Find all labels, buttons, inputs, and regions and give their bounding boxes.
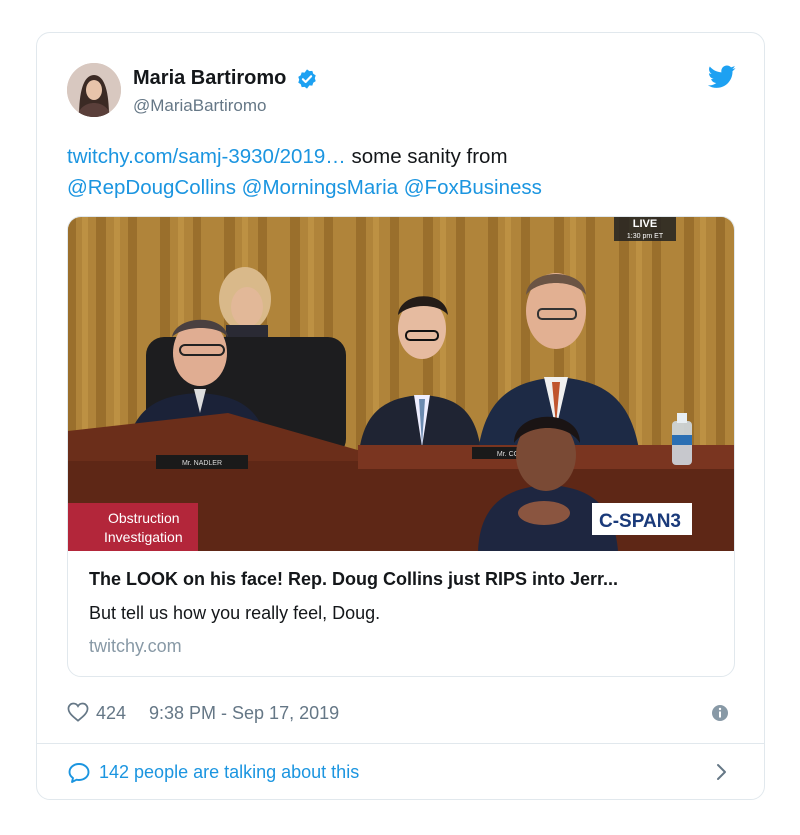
preview-image[interactable]: Mr. NADLER Mr. CO Obstruction Investigat… xyxy=(68,217,734,551)
talking-footer[interactable]: 142 people are talking about this xyxy=(67,744,734,800)
like-count[interactable]: 424 xyxy=(96,703,126,724)
avatar[interactable] xyxy=(67,63,121,117)
heart-icon[interactable] xyxy=(67,702,89,722)
mention-foxbusiness[interactable]: @FoxBusiness xyxy=(404,176,542,199)
author-name[interactable]: Maria Bartiromo xyxy=(133,67,286,90)
author-handle[interactable]: @MariaBartiromo xyxy=(133,96,318,116)
speech-bubble-icon xyxy=(67,761,91,785)
mention-repdougcollins[interactable]: @RepDougCollins xyxy=(67,176,236,199)
tweet-timestamp[interactable]: 9:38 PM - Sep 17, 2019 xyxy=(149,703,339,724)
preview-description: But tell us how you really feel, Doug. xyxy=(89,603,381,623)
embedded-tweet: Maria Bartiromo @MariaBartiromo twitchy.… xyxy=(36,32,765,800)
preview-title[interactable]: The LOOK on his face! Rep. Doug Collins … xyxy=(89,569,713,590)
tweet-header: Maria Bartiromo @MariaBartiromo xyxy=(65,63,736,123)
live-label: LIVE xyxy=(633,218,657,230)
tweet-link[interactable]: twitchy.com/samj-3930/2019… xyxy=(67,145,346,168)
info-icon[interactable] xyxy=(711,704,729,722)
network-logo-text: C-SPAN3 xyxy=(599,511,681,532)
tweet-text-plain: some sanity from xyxy=(345,145,508,168)
lower-third-line-2: Investigation xyxy=(104,529,183,545)
twitter-bird-icon[interactable] xyxy=(707,65,736,89)
chevron-right-icon[interactable] xyxy=(715,763,729,781)
preview-text: The LOOK on his face! Rep. Doug Collins … xyxy=(89,569,713,657)
link-preview-card[interactable]: Mr. NADLER Mr. CO Obstruction Investigat… xyxy=(67,216,735,677)
author-block: Maria Bartiromo @MariaBartiromo xyxy=(133,67,318,116)
verified-badge-icon xyxy=(296,68,318,90)
lower-third-line-1: Obstruction xyxy=(108,510,180,526)
mention-morningsmaria[interactable]: @MorningsMaria xyxy=(242,176,398,199)
talking-link[interactable]: 142 people are talking about this xyxy=(99,762,359,783)
preview-domain: twitchy.com xyxy=(89,636,182,656)
live-time: 1:30 pm ET xyxy=(627,233,664,240)
nameplate-1: Mr. NADLER xyxy=(182,460,222,467)
tweet-text: twitchy.com/samj-3930/2019… some sanity … xyxy=(67,141,727,203)
tweet-meta: 424 9:38 PM - Sep 17, 2019 xyxy=(67,701,734,725)
